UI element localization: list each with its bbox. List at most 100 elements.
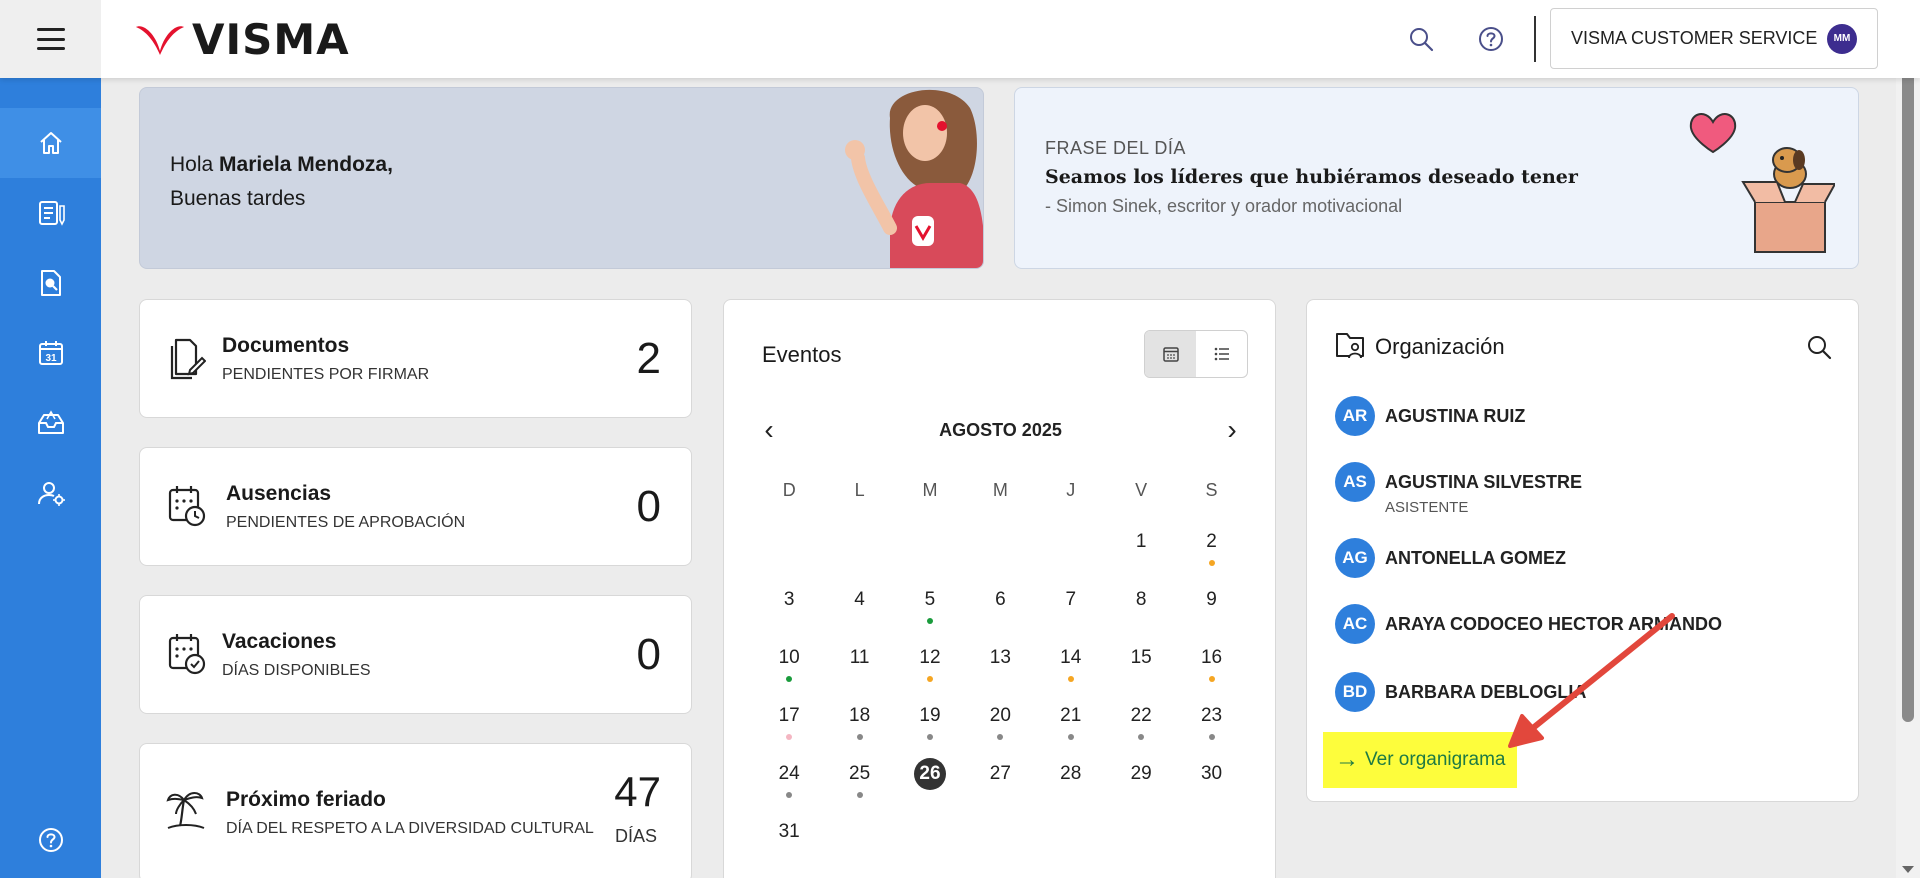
calendar-day-number: 3 (783, 589, 795, 610)
calendar-day-cell[interactable]: 30 (1176, 746, 1246, 804)
weekday-label: M (992, 480, 1008, 500)
calendar-day-number: 31 (778, 821, 800, 842)
weekday-label: D (782, 480, 796, 500)
calendar-day-cell[interactable]: 6 (965, 572, 1035, 630)
visma-logo[interactable]: VISMA (134, 14, 350, 64)
documents-card[interactable]: Documentos PENDIENTES POR FIRMAR 2 (139, 299, 692, 418)
calendar-day-cell[interactable]: 18 (824, 688, 894, 746)
month-navigation: ‹ AGOSTO 2025 › (754, 415, 1247, 445)
person-role: ASISTENTE (1385, 499, 1469, 516)
phrase-author: - Simon Sinek, escritor y orador motivac… (1045, 196, 1403, 216)
month-label: AGOSTO 2025 (939, 419, 1062, 440)
sidebar-item-inbox[interactable] (0, 388, 101, 458)
calendar-day-cell[interactable]: 12 (895, 630, 965, 688)
calendar-days: 1 2 3 4 5 6 7 8 9 10 11 12 13 14 15 16 17 18 19 20 21 22 23 24 2… (754, 514, 1247, 862)
weekday-label: S (1205, 480, 1218, 500)
calendar-day-cell[interactable]: 31 (754, 804, 824, 862)
calendar-day-number: 28 (1060, 763, 1082, 784)
menu-toggle-button[interactable] (0, 0, 101, 78)
calendar-week: 24 25 26 27 28 29 30 (754, 746, 1247, 804)
avatar: AR (1335, 396, 1375, 436)
calendar-day-cell[interactable]: 20 (965, 688, 1035, 746)
calendar-day-number: 30 (1200, 763, 1223, 784)
calendar-day-number: 14 (1060, 647, 1082, 668)
calendar-day-cell[interactable]: 2 (1176, 514, 1246, 572)
calendar-day-number: 13 (989, 647, 1011, 668)
org-person[interactable]: AR AGUSTINA RUIZ (1335, 396, 1525, 436)
event-dot (856, 792, 863, 798)
list-view-button[interactable] (1196, 331, 1247, 377)
org-person[interactable]: AG ANTONELLA GOMEZ (1335, 538, 1566, 578)
vacations-count: 0 (636, 630, 661, 679)
scrollbar-thumb[interactable] (1902, 28, 1914, 722)
calendar-day-cell[interactable]: 17 (754, 688, 824, 746)
org-person[interactable]: BD BARBARA DEBLOGLIA (1335, 672, 1586, 712)
calendar-day-cell[interactable]: 13 (965, 630, 1035, 688)
greeting-text: Hola Mariela Mendoza, Buenas tardes (170, 148, 393, 216)
calendar-day-cell (895, 804, 965, 862)
sidebar-item-user-settings[interactable] (0, 458, 101, 528)
calendar-day-cell[interactable]: 26 (895, 746, 965, 804)
prev-month-button[interactable]: ‹ (754, 416, 784, 444)
org-person[interactable]: AC ARAYA CODOCEO HECTOR ARMANDO (1335, 604, 1722, 644)
sidebar-item-documents[interactable] (0, 178, 101, 248)
sidebar-item-home[interactable] (0, 108, 101, 178)
calendar-day-cell[interactable]: 5 (895, 572, 965, 630)
calendar-day-cell (1036, 514, 1106, 572)
user-menu-button[interactable]: VISMA CUSTOMER SERVICE MM (1550, 8, 1878, 69)
calendar-day-cell[interactable]: 3 (754, 572, 824, 630)
view-org-chart-link[interactable]: → Ver organigrama (1323, 732, 1517, 788)
calendar-day-cell[interactable]: 22 (1106, 688, 1176, 746)
weekday-label: L (854, 480, 865, 500)
calendar-day-cell[interactable]: 29 (1106, 746, 1176, 804)
calendar-day-number: 18 (849, 705, 871, 726)
calendar-day-cell[interactable]: 15 (1106, 630, 1176, 688)
calendar-day-cell[interactable]: 1 (1106, 514, 1176, 572)
calendar-day-cell (1036, 804, 1106, 862)
scroll-down-arrow-icon[interactable] (1902, 866, 1914, 873)
calendar-day-cell (824, 804, 894, 862)
sidebar-item-calendar[interactable]: 31 (0, 318, 101, 388)
calendar-day-cell[interactable]: 25 (824, 746, 894, 804)
sidebar-item-help[interactable] (0, 805, 101, 875)
avatar: BD (1335, 672, 1375, 712)
help-button[interactable] (1476, 24, 1506, 54)
holiday-days-unit: DÍAS (614, 826, 657, 846)
calendar-day-cell[interactable]: 21 (1036, 688, 1106, 746)
calendar-day-cell[interactable]: 14 (1036, 630, 1106, 688)
visma-swoosh-icon (136, 26, 184, 55)
calendar-day-cell[interactable]: 27 (965, 746, 1035, 804)
calendar-day-cell[interactable]: 23 (1176, 688, 1246, 746)
calendar-day-cell[interactable]: 4 (824, 572, 894, 630)
event-dot (926, 676, 933, 682)
calendar-day-number: 24 (778, 763, 800, 784)
search-button[interactable] (1406, 24, 1436, 54)
calendar-day-cell[interactable]: 8 (1106, 572, 1176, 630)
calendar-day-cell[interactable]: 28 (1036, 746, 1106, 804)
calendar-day-cell[interactable]: 7 (1036, 572, 1106, 630)
calendar-day-number: 29 (1130, 763, 1152, 784)
person-name: AGUSTINA RUIZ (1385, 406, 1526, 426)
documents-subtitle: PENDIENTES POR FIRMAR (222, 366, 430, 383)
calendar-day-cell[interactable]: 19 (895, 688, 965, 746)
next-month-button[interactable]: › (1217, 416, 1247, 444)
calendar-day-number: 23 (1200, 705, 1223, 726)
vacations-card[interactable]: Vacaciones DÍAS DISPONIBLES 0 (139, 595, 692, 714)
calendar-day-cell[interactable]: 11 (824, 630, 894, 688)
calendar-day-number: 25 (849, 763, 871, 784)
sidebar-item-document-search[interactable] (0, 248, 101, 318)
absences-count: 0 (636, 482, 661, 531)
calendar-day-cell[interactable]: 24 (754, 746, 824, 804)
calendar-day-cell[interactable]: 16 (1176, 630, 1246, 688)
calendar-day-cell[interactable]: 10 (754, 630, 824, 688)
next-holiday-card[interactable]: Próximo feriado DÍA DEL RESPETO A LA DIV… (139, 743, 692, 878)
calendar-day-number: 21 (1060, 705, 1082, 726)
search-icon[interactable] (1806, 334, 1832, 360)
calendar-day-cell[interactable]: 9 (1176, 572, 1246, 630)
absences-card[interactable]: Ausencias PENDIENTES DE APROBACIÓN 0 (139, 447, 692, 566)
calendar-view-button[interactable] (1145, 331, 1196, 377)
avatar: AS (1335, 462, 1375, 502)
event-dot (1067, 676, 1074, 682)
org-person[interactable]: AS AGUSTINA SILVESTRE ASISTENTE (1335, 462, 1582, 516)
inbox-icon (37, 410, 64, 434)
